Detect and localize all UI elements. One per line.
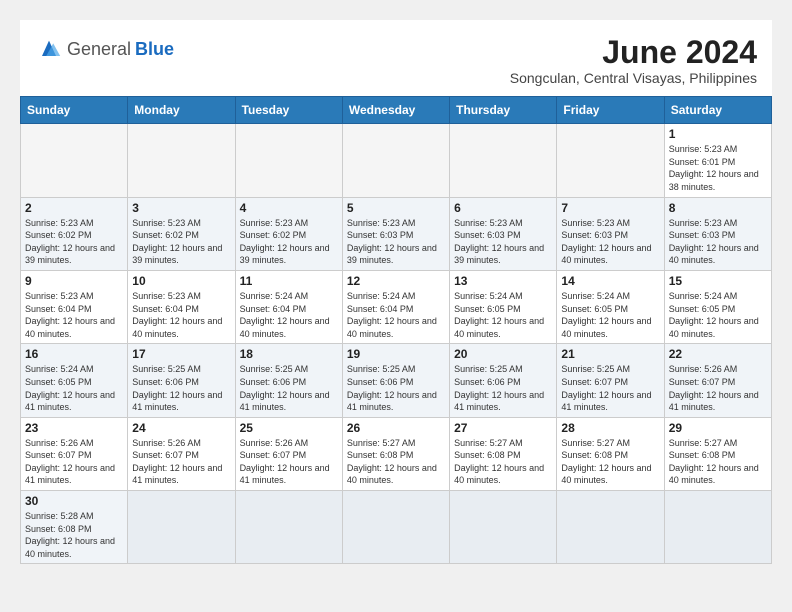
day-27: 27 Sunrise: 5:27 AMSunset: 6:08 PMDaylig… <box>450 417 557 490</box>
header: GeneralBlue June 2024 Songculan, Central… <box>20 20 772 96</box>
empty-cell <box>557 124 664 197</box>
day-29: 29 Sunrise: 5:27 AMSunset: 6:08 PMDaylig… <box>664 417 771 490</box>
day-6: 6 Sunrise: 5:23 AMSunset: 6:03 PMDayligh… <box>450 197 557 270</box>
empty-cell <box>664 491 771 564</box>
calendar-row-5: 23 Sunrise: 5:26 AMSunset: 6:07 PMDaylig… <box>21 417 772 490</box>
empty-cell <box>128 124 235 197</box>
calendar-row-2: 2 Sunrise: 5:23 AMSunset: 6:02 PMDayligh… <box>21 197 772 270</box>
day-3: 3 Sunrise: 5:23 AMSunset: 6:02 PMDayligh… <box>128 197 235 270</box>
day-21: 21 Sunrise: 5:25 AMSunset: 6:07 PMDaylig… <box>557 344 664 417</box>
day-14: 14 Sunrise: 5:24 AMSunset: 6:05 PMDaylig… <box>557 270 664 343</box>
header-saturday: Saturday <box>664 97 771 124</box>
empty-cell <box>557 491 664 564</box>
empty-cell <box>450 124 557 197</box>
empty-cell <box>342 124 449 197</box>
header-friday: Friday <box>557 97 664 124</box>
location-subtitle: Songculan, Central Visayas, Philippines <box>510 70 757 86</box>
calendar-row-3: 9 Sunrise: 5:23 AMSunset: 6:04 PMDayligh… <box>21 270 772 343</box>
logo-general-text: General <box>67 39 131 60</box>
logo-blue-text: Blue <box>135 39 174 60</box>
day-8: 8 Sunrise: 5:23 AMSunset: 6:03 PMDayligh… <box>664 197 771 270</box>
day-26: 26 Sunrise: 5:27 AMSunset: 6:08 PMDaylig… <box>342 417 449 490</box>
day-28: 28 Sunrise: 5:27 AMSunset: 6:08 PMDaylig… <box>557 417 664 490</box>
header-monday: Monday <box>128 97 235 124</box>
day-number-1: 1 <box>669 127 767 141</box>
calendar-container: GeneralBlue June 2024 Songculan, Central… <box>20 20 772 564</box>
day-5: 5 Sunrise: 5:23 AMSunset: 6:03 PMDayligh… <box>342 197 449 270</box>
day-4: 4 Sunrise: 5:23 AMSunset: 6:02 PMDayligh… <box>235 197 342 270</box>
empty-cell <box>342 491 449 564</box>
day-24: 24 Sunrise: 5:26 AMSunset: 6:07 PMDaylig… <box>128 417 235 490</box>
day-1: 1 Sunrise: 5:23 AMSunset: 6:01 PMDayligh… <box>664 124 771 197</box>
header-sunday: Sunday <box>21 97 128 124</box>
day-16: 16 Sunrise: 5:24 AMSunset: 6:05 PMDaylig… <box>21 344 128 417</box>
calendar-table: Sunday Monday Tuesday Wednesday Thursday… <box>20 96 772 564</box>
generalblue-logo-icon <box>35 35 63 63</box>
day-19: 19 Sunrise: 5:25 AMSunset: 6:06 PMDaylig… <box>342 344 449 417</box>
empty-cell <box>128 491 235 564</box>
day-18: 18 Sunrise: 5:25 AMSunset: 6:06 PMDaylig… <box>235 344 342 417</box>
day-30: 30 Sunrise: 5:28 AMSunset: 6:08 PMDaylig… <box>21 491 128 564</box>
header-thursday: Thursday <box>450 97 557 124</box>
day-11: 11 Sunrise: 5:24 AMSunset: 6:04 PMDaylig… <box>235 270 342 343</box>
header-wednesday: Wednesday <box>342 97 449 124</box>
day-23: 23 Sunrise: 5:26 AMSunset: 6:07 PMDaylig… <box>21 417 128 490</box>
empty-cell <box>21 124 128 197</box>
month-year-title: June 2024 <box>510 35 757 70</box>
empty-cell <box>235 491 342 564</box>
day-13: 13 Sunrise: 5:24 AMSunset: 6:05 PMDaylig… <box>450 270 557 343</box>
title-block: June 2024 Songculan, Central Visayas, Ph… <box>510 35 757 86</box>
header-tuesday: Tuesday <box>235 97 342 124</box>
day-12: 12 Sunrise: 5:24 AMSunset: 6:04 PMDaylig… <box>342 270 449 343</box>
day-25: 25 Sunrise: 5:26 AMSunset: 6:07 PMDaylig… <box>235 417 342 490</box>
day-info-1: Sunrise: 5:23 AMSunset: 6:01 PMDaylight:… <box>669 143 767 193</box>
calendar-row-1: 1 Sunrise: 5:23 AMSunset: 6:01 PMDayligh… <box>21 124 772 197</box>
day-15: 15 Sunrise: 5:24 AMSunset: 6:05 PMDaylig… <box>664 270 771 343</box>
empty-cell <box>450 491 557 564</box>
day-9: 9 Sunrise: 5:23 AMSunset: 6:04 PMDayligh… <box>21 270 128 343</box>
calendar-row-6: 30 Sunrise: 5:28 AMSunset: 6:08 PMDaylig… <box>21 491 772 564</box>
day-10: 10 Sunrise: 5:23 AMSunset: 6:04 PMDaylig… <box>128 270 235 343</box>
weekday-header-row: Sunday Monday Tuesday Wednesday Thursday… <box>21 97 772 124</box>
day-17: 17 Sunrise: 5:25 AMSunset: 6:06 PMDaylig… <box>128 344 235 417</box>
day-7: 7 Sunrise: 5:23 AMSunset: 6:03 PMDayligh… <box>557 197 664 270</box>
day-20: 20 Sunrise: 5:25 AMSunset: 6:06 PMDaylig… <box>450 344 557 417</box>
day-2: 2 Sunrise: 5:23 AMSunset: 6:02 PMDayligh… <box>21 197 128 270</box>
empty-cell <box>235 124 342 197</box>
day-22: 22 Sunrise: 5:26 AMSunset: 6:07 PMDaylig… <box>664 344 771 417</box>
calendar-row-4: 16 Sunrise: 5:24 AMSunset: 6:05 PMDaylig… <box>21 344 772 417</box>
logo: GeneralBlue <box>35 35 174 63</box>
